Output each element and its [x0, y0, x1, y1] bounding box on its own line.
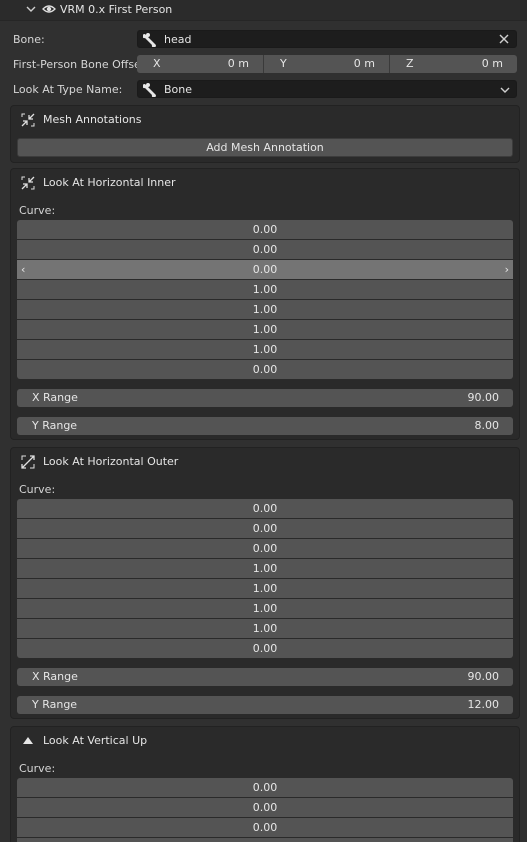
curve-list: 0.00 0.00 0.00 1.00 1.00 1.00 1.00 0.00 — [17, 499, 513, 659]
look-at-type-dropdown[interactable]: Bone — [137, 80, 517, 98]
curve-value-field[interactable]: 1.00 — [17, 579, 513, 598]
curve-value-field[interactable]: 1.00 — [17, 300, 513, 319]
offset-z-field[interactable]: Z 0 m — [390, 55, 517, 73]
offset-x-value: 0 m — [227, 57, 249, 70]
x-range-value: 90.00 — [467, 391, 500, 404]
add-mesh-annotation-button[interactable]: Add Mesh Annotation — [17, 138, 513, 157]
x-range-field[interactable]: X Range 90.00 — [17, 389, 513, 407]
section-title: Look At Vertical Up — [43, 734, 148, 747]
section-title: Look At Horizontal Outer — [43, 455, 179, 468]
chevron-down-icon[interactable] — [26, 3, 36, 15]
y-range-value: 12.00 — [467, 698, 500, 711]
curve-value-field[interactable]: 1.00 — [17, 320, 513, 339]
look-at-type-label: Look At Type Name: — [13, 83, 123, 96]
curve-list: 0.00 0.00 0.00 — [17, 778, 513, 842]
curve-label: Curve: — [19, 204, 56, 217]
x-range-label: X Range — [32, 391, 78, 404]
curve-value-field-selected[interactable]: ‹ 0.00 › — [17, 260, 513, 279]
curve-value-field[interactable]: 0.00 — [17, 778, 513, 797]
bone-label: Bone: — [13, 33, 45, 46]
panel-header[interactable]: VRM 0.x First Person — [0, 0, 527, 21]
x-range-label: X Range — [32, 670, 78, 683]
curve-value-field[interactable]: 0.00 — [17, 818, 513, 837]
bone-value: head — [164, 33, 192, 46]
chevron-right-icon[interactable]: › — [505, 260, 509, 279]
offset-y-value: 0 m — [353, 57, 375, 70]
offset-y-axis: Y — [280, 57, 287, 70]
curve-value-field[interactable]: 0.00 — [17, 798, 513, 817]
curve-value-field[interactable]: 1.00 — [17, 340, 513, 359]
offset-y-field[interactable]: Y 0 m — [264, 55, 390, 73]
curve-value-field[interactable]: 1.00 — [17, 599, 513, 618]
curve-value-field[interactable]: 0.00 — [17, 360, 513, 379]
curve-value-field[interactable]: 0.00 — [17, 539, 513, 558]
expand-arrows-icon — [21, 455, 35, 469]
close-icon[interactable] — [498, 33, 510, 45]
curve-value-field[interactable]: 1.00 — [17, 619, 513, 638]
section-title: Look At Horizontal Inner — [43, 176, 176, 189]
look-at-type-value: Bone — [164, 83, 193, 96]
curve-value-field[interactable]: 0.00 — [17, 639, 513, 658]
curve-value-field[interactable]: 1.00 — [17, 559, 513, 578]
curve-value-field[interactable]: 0.00 — [17, 220, 513, 239]
mesh-annotations-title: Mesh Annotations — [43, 113, 142, 126]
curve-value-field[interactable]: 1.00 — [17, 280, 513, 299]
y-range-label: Y Range — [32, 419, 78, 432]
offset-z-axis: Z — [406, 57, 414, 70]
y-range-field[interactable]: Y Range 12.00 — [17, 696, 513, 714]
shrink-arrows-icon — [21, 113, 35, 127]
curve-list: 0.00 0.00 ‹ 0.00 › 1.00 1.00 1.00 1.00 0… — [17, 220, 513, 380]
shrink-arrows-icon — [21, 176, 35, 190]
curve-value: 0.00 — [252, 263, 278, 276]
y-range-label: Y Range — [32, 698, 78, 711]
bone-icon — [143, 33, 156, 47]
bone-icon — [143, 83, 156, 97]
offset-z-value: 0 m — [481, 57, 503, 70]
mesh-annotations-box: Mesh Annotations Add Mesh Annotation — [10, 105, 520, 163]
properties-panel: VRM 0.x First Person Bone: head First-Pe… — [0, 0, 527, 842]
y-range-field[interactable]: Y Range 8.00 — [17, 417, 513, 435]
curve-value-field[interactable]: 0.00 — [17, 519, 513, 538]
eye-icon[interactable] — [42, 3, 56, 15]
chevron-left-icon[interactable]: ‹ — [21, 260, 25, 279]
offset-x-axis: X — [153, 57, 161, 70]
chevron-down-icon — [500, 87, 510, 93]
curve-label: Curve: — [19, 483, 56, 496]
y-range-value: 8.00 — [474, 419, 500, 432]
curve-value-field-partial[interactable] — [17, 838, 513, 842]
x-range-value: 90.00 — [467, 670, 500, 683]
offset-label: First-Person Bone Offset: — [13, 58, 149, 71]
triangle-up-icon — [23, 737, 33, 744]
offset-x-field[interactable]: X 0 m — [137, 55, 264, 73]
curve-value-field[interactable]: 0.00 — [17, 499, 513, 518]
curve-value-field[interactable]: 0.00 — [17, 240, 513, 259]
curve-label: Curve: — [19, 762, 56, 775]
bone-field[interactable]: head — [137, 30, 517, 48]
x-range-field[interactable]: X Range 90.00 — [17, 668, 513, 686]
bone-offset-vector: X 0 m Y 0 m Z 0 m — [137, 55, 517, 73]
panel-title: VRM 0.x First Person — [60, 3, 173, 16]
